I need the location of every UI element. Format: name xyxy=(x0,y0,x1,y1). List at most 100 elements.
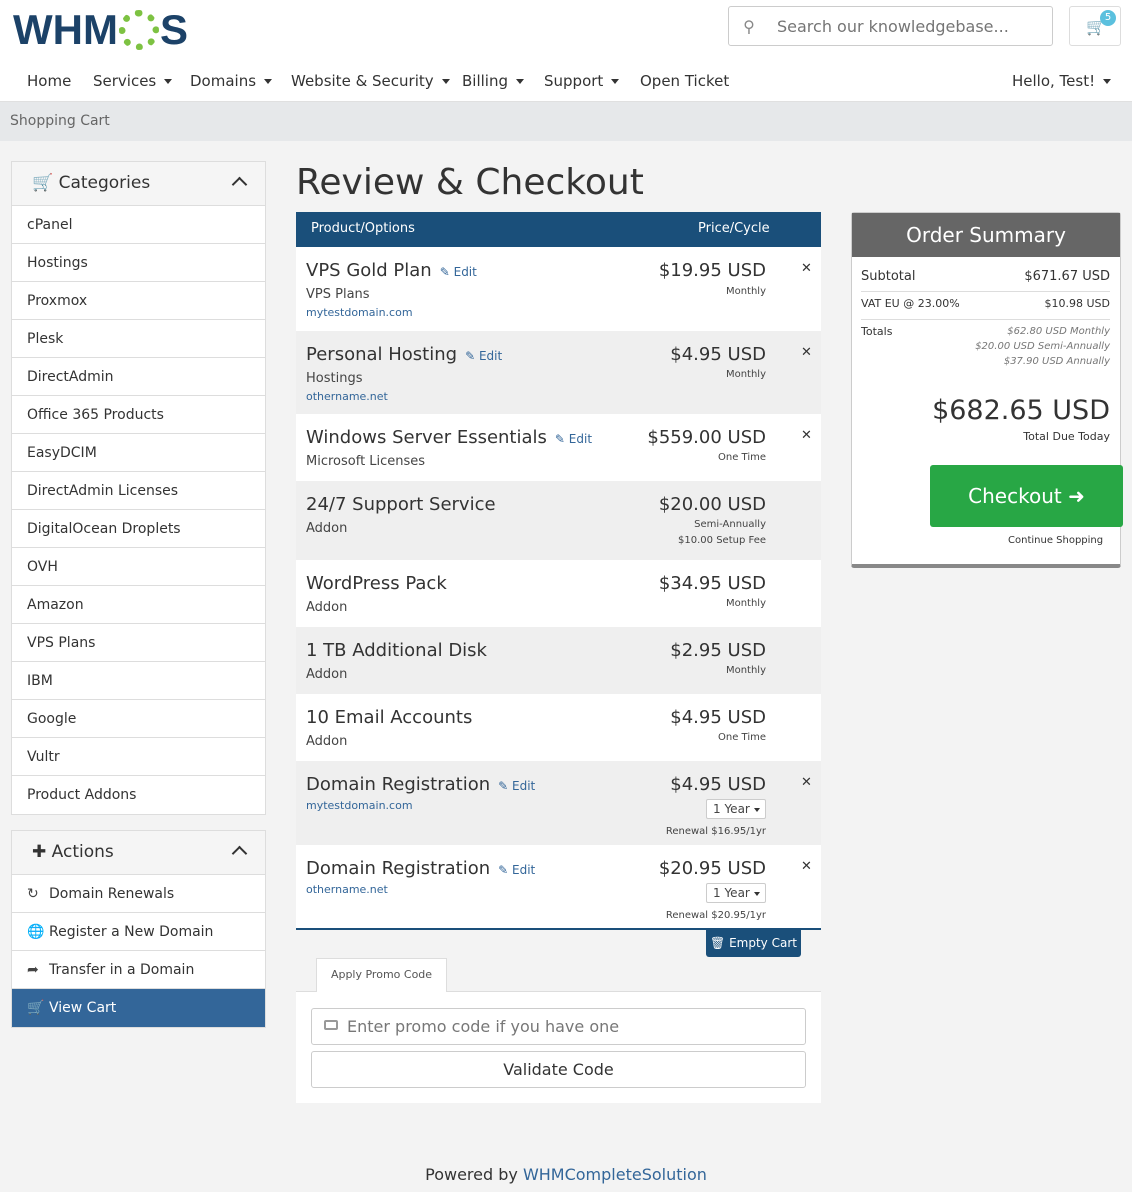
remove-icon[interactable]: ✕ xyxy=(801,859,812,874)
edit-label: Edit xyxy=(568,432,593,446)
item-cycle: One Time xyxy=(717,732,766,743)
vat-value: $10.98 USD xyxy=(1044,297,1111,310)
action-view-cart[interactable]: 🛒 View Cart xyxy=(12,989,265,1027)
chevron-up-icon[interactable] xyxy=(231,176,248,193)
item-group: Addon xyxy=(306,734,348,749)
whmcs-logo[interactable]: WHM S xyxy=(13,6,188,54)
footer-link[interactable]: WHMCompleteSolution xyxy=(523,1165,707,1184)
item-name: Domain Registration xyxy=(306,774,491,795)
user-greeting: Hello, Test! xyxy=(1012,72,1096,90)
promo-code-input[interactable]: Enter promo code if you have one xyxy=(311,1008,806,1045)
cart-icon: 🛒 xyxy=(32,173,54,193)
refresh-icon: ↻ xyxy=(27,886,39,902)
nav-user-menu[interactable]: Hello, Test! xyxy=(1012,72,1112,90)
action-transfer-domain[interactable]: ➦ Transfer in a Domain xyxy=(12,951,265,989)
edit-link[interactable]: ✎ Edit xyxy=(555,432,592,446)
item-renewal: Renewal $16.95/1yr xyxy=(665,826,766,837)
actions-header[interactable]: ✚ Actions xyxy=(12,831,265,875)
category-item[interactable]: Office 365 Products xyxy=(12,396,265,434)
remove-icon[interactable]: ✕ xyxy=(801,261,812,276)
item-name: 24/7 Support Service xyxy=(306,494,496,515)
item-setup-fee: $10.00 Setup Fee xyxy=(678,535,766,546)
nav-website-security[interactable]: Website & Security xyxy=(291,72,450,90)
category-item[interactable]: VPS Plans xyxy=(12,624,265,662)
cart-table-header: Product/Options Price/Cycle xyxy=(296,212,821,247)
search-input[interactable] xyxy=(777,16,1047,36)
chevron-up-icon[interactable] xyxy=(231,845,248,862)
category-item[interactable]: Product Addons xyxy=(12,776,265,814)
cart-item: 24/7 Support Service Addon $20.00 USD Se… xyxy=(296,481,821,560)
pencil-icon: ✎ xyxy=(498,863,509,877)
category-item[interactable]: cPanel xyxy=(12,206,265,244)
item-group: Hostings xyxy=(306,371,363,386)
empty-cart-button[interactable]: 🗑 Empty Cart xyxy=(706,930,801,957)
trash-icon: 🗑 xyxy=(710,936,726,950)
category-item[interactable]: EasyDCIM xyxy=(12,434,265,472)
cart-item: Windows Server Essentials ✎ Edit Microsof… xyxy=(296,414,821,481)
category-item[interactable]: Hostings xyxy=(12,244,265,282)
registration-period-select[interactable]: 1 Year xyxy=(706,883,766,903)
nav-domains[interactable]: Domains xyxy=(190,72,273,90)
category-item[interactable]: Plesk xyxy=(12,320,265,358)
category-item[interactable]: IBM xyxy=(12,662,265,700)
category-item[interactable]: Google xyxy=(12,700,265,738)
edit-link[interactable]: ✎ Edit xyxy=(440,265,477,279)
item-price: $4.95 USD xyxy=(670,344,766,365)
cart-item: Domain Registration ✎ Edit mytestdomain.c… xyxy=(296,761,821,845)
cart-item: 1 TB Additional Disk Addon $2.95 USD Mon… xyxy=(296,627,821,694)
cart-count-badge: 5 xyxy=(1100,10,1116,26)
edit-link[interactable]: ✎ Edit xyxy=(498,863,535,877)
cart-item: WordPress Pack Addon $34.95 USD Monthly xyxy=(296,560,821,627)
nav-home[interactable]: Home xyxy=(27,72,71,90)
checkout-button[interactable]: Checkout ➜ xyxy=(930,465,1123,527)
item-price: $4.95 USD xyxy=(670,707,766,728)
cart-button[interactable]: 🛒 5 xyxy=(1069,6,1121,46)
category-item[interactable]: Proxmox xyxy=(12,282,265,320)
remove-icon[interactable]: ✕ xyxy=(801,775,812,790)
remove-icon[interactable]: ✕ xyxy=(801,428,812,443)
pencil-icon: ✎ xyxy=(554,432,565,446)
caret-down-icon xyxy=(611,79,620,84)
nav-billing[interactable]: Billing xyxy=(462,72,524,90)
action-register-domain[interactable]: 🌐 Register a New Domain xyxy=(12,913,265,951)
footer: Powered by WHMCompleteSolution xyxy=(0,1165,1132,1184)
gear-icon xyxy=(118,10,159,50)
edit-label: Edit xyxy=(453,265,477,279)
item-cycle: Monthly xyxy=(725,598,766,609)
action-domain-renewals[interactable]: ↻ Domain Renewals xyxy=(12,875,265,913)
divider xyxy=(861,291,1110,292)
caret-down-icon xyxy=(264,79,273,84)
total-due-label: Total Due Today xyxy=(1023,430,1110,443)
remove-icon[interactable]: ✕ xyxy=(801,345,812,360)
actions-title: Actions xyxy=(51,842,114,862)
categories-title: Categories xyxy=(58,173,151,193)
nav-open-ticket[interactable]: Open Ticket xyxy=(640,72,729,90)
registration-period-select[interactable]: 1 Year xyxy=(706,799,766,819)
categories-header[interactable]: 🛒 Categories xyxy=(12,162,265,206)
knowledgebase-search[interactable]: ⚲ xyxy=(728,6,1053,46)
category-item[interactable]: Vultr xyxy=(12,738,265,776)
category-item[interactable]: DirectAdmin xyxy=(12,358,265,396)
nav-services-label: Services xyxy=(93,72,157,90)
pencil-icon: ✎ xyxy=(498,779,509,793)
category-item[interactable]: DirectAdmin Licenses xyxy=(12,472,265,510)
item-name: Windows Server Essentials xyxy=(306,427,547,448)
category-item[interactable]: DigitalOcean Droplets xyxy=(12,510,265,548)
item-price: $20.95 USD xyxy=(658,858,766,879)
category-item[interactable]: Amazon xyxy=(12,586,265,624)
edit-link[interactable]: ✎ Edit xyxy=(465,349,502,363)
validate-code-button[interactable]: Validate Code xyxy=(311,1051,806,1088)
action-label: View Cart xyxy=(49,1000,117,1016)
item-price: $2.95 USD xyxy=(670,640,766,661)
nav-services[interactable]: Services xyxy=(93,72,173,90)
cart-icon: 🛒 xyxy=(27,1000,45,1016)
item-group: Addon xyxy=(306,667,348,682)
continue-shopping-link[interactable]: Continue Shopping xyxy=(1008,535,1103,546)
nav-support[interactable]: Support xyxy=(544,72,620,90)
category-item[interactable]: OVH xyxy=(12,548,265,586)
tab-apply-promo[interactable]: Apply Promo Code xyxy=(316,958,447,992)
caret-down-icon xyxy=(164,79,173,84)
edit-link[interactable]: ✎ Edit xyxy=(498,779,535,793)
edit-label: Edit xyxy=(512,863,536,877)
item-price: $20.00 USD xyxy=(658,494,766,515)
